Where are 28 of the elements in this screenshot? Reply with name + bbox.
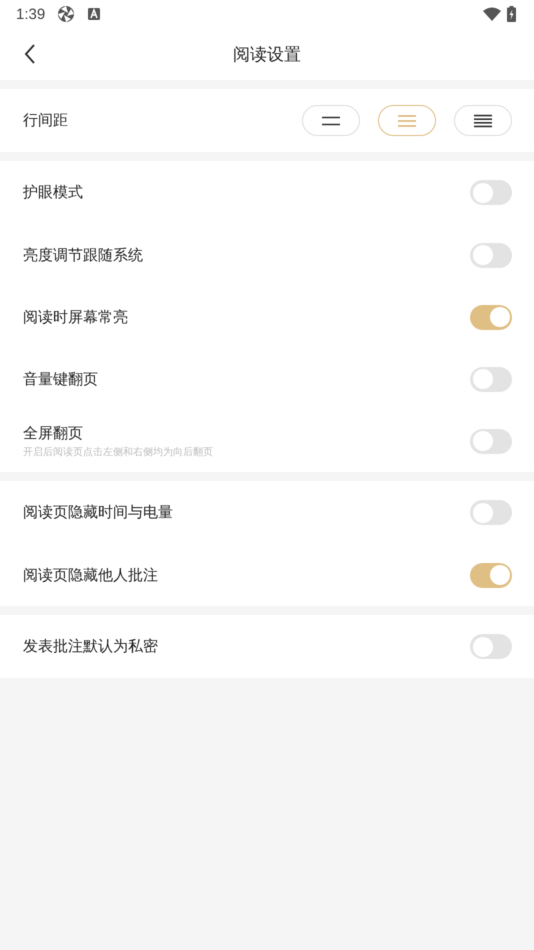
line-spacing-icon <box>397 112 417 128</box>
setting-label: 亮度调节跟随系统 <box>23 246 143 264</box>
setting-label: 全屏翻页 <box>23 424 84 442</box>
setting-label: 音量键翻页 <box>23 370 98 388</box>
setting-label: 阅读页隐藏他人批注 <box>23 566 158 584</box>
line-spacing-icon <box>473 112 493 128</box>
setting-label: 阅读页隐藏时间与电量 <box>23 503 173 522</box>
page-title: 阅读设置 <box>233 44 301 66</box>
toggle-switch[interactable] <box>470 428 512 454</box>
toggle-switch[interactable] <box>470 562 512 588</box>
toggle-switch[interactable] <box>470 304 512 330</box>
aperture-icon <box>57 5 76 23</box>
toggle-switch[interactable] <box>470 242 512 268</box>
back-icon[interactable] <box>24 44 36 64</box>
app-notification-icon <box>87 7 102 21</box>
setting-label: 行间距 <box>23 111 68 130</box>
battery-charging-icon <box>507 6 516 22</box>
toggle-switch[interactable] <box>470 634 512 659</box>
setting-label: 发表批注默认为私密 <box>23 637 158 656</box>
setting-label: 护眼模式 <box>23 183 83 202</box>
toggle-switch[interactable] <box>470 500 512 525</box>
wifi-icon <box>483 7 501 21</box>
toggle-switch[interactable] <box>470 366 512 392</box>
setting-hint: 开启后阅读页点击左侧和右侧均为向后翻页 <box>23 446 213 458</box>
setting-label: 阅读时屏幕常亮 <box>23 308 128 326</box>
status-time: 1:39 <box>16 6 46 22</box>
line-spacing-button[interactable] <box>454 105 512 136</box>
toggle-switch[interactable] <box>470 180 512 205</box>
